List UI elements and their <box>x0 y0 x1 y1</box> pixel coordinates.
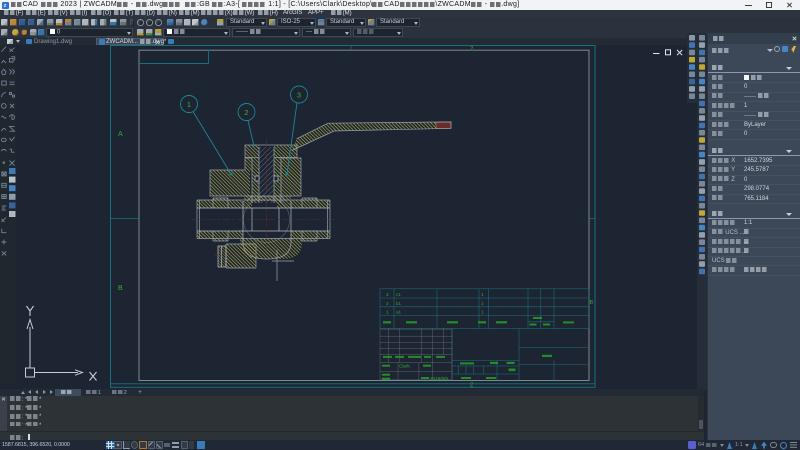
svg-text:2: 2 <box>386 301 389 306</box>
svg-text:B: B <box>118 285 123 292</box>
svg-text:3: 3 <box>386 292 389 297</box>
svg-text:Clark: Clark <box>399 363 410 368</box>
svg-text:3: 3 <box>297 90 301 99</box>
svg-text:A: A <box>118 131 123 138</box>
svg-text:2: 2 <box>244 108 248 117</box>
svg-text:1: 1 <box>187 100 191 109</box>
svg-text:a1: a1 <box>396 310 402 315</box>
svg-text:1: 1 <box>481 301 484 306</box>
svg-text:1: 1 <box>481 310 484 315</box>
svg-text:b1: b1 <box>396 301 402 306</box>
svg-text:1: 1 <box>481 292 484 297</box>
svg-text:B: B <box>590 300 594 306</box>
svg-text:c1: c1 <box>396 292 401 297</box>
svg-text:2019/9/9: 2019/9/9 <box>430 376 448 381</box>
svg-text:1: 1 <box>386 310 389 315</box>
